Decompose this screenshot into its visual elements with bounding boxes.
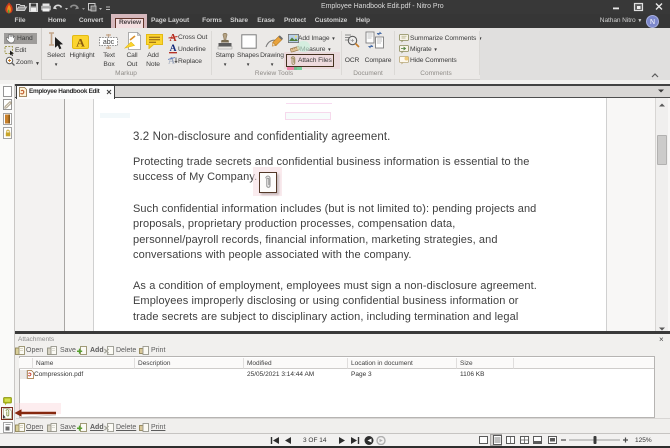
svg-text:A: A: [168, 56, 175, 66]
svg-text:A: A: [76, 36, 85, 50]
svg-text:N: N: [650, 19, 655, 26]
svg-text:abc: abc: [103, 39, 115, 46]
